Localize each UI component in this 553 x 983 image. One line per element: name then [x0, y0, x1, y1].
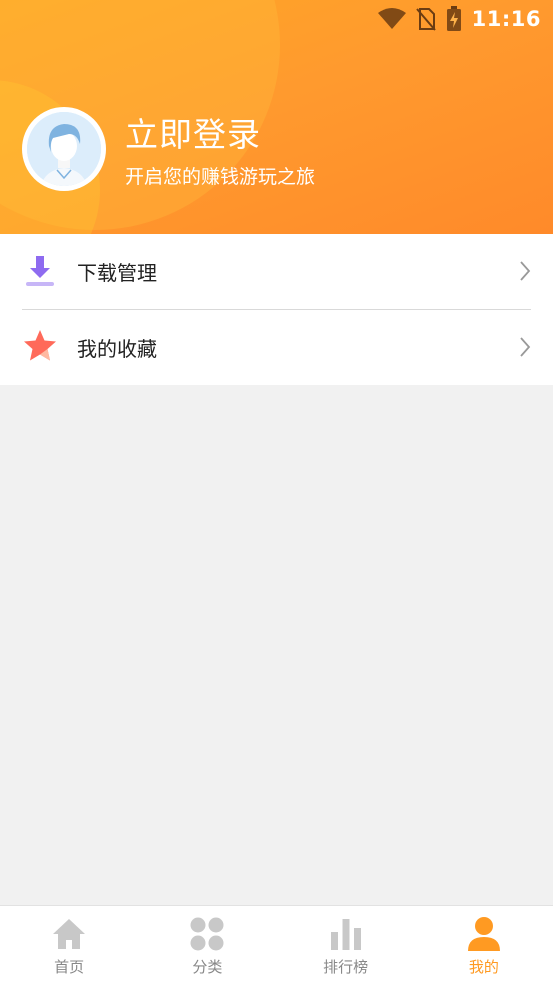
tab-ranking[interactable]: 排行榜: [277, 906, 415, 983]
avatar-image: [27, 112, 101, 186]
user-icon: [467, 917, 500, 951]
menu-list: 下载管理 我的收藏: [0, 234, 553, 385]
tab-category[interactable]: 分类: [138, 906, 276, 983]
no-sim-icon: [415, 8, 436, 31]
chevron-right-icon: [520, 337, 531, 357]
menu-item-label: 我的收藏: [77, 337, 157, 361]
chevron-right-icon: [520, 261, 531, 281]
status-time: 11:16: [471, 7, 541, 31]
battery-charging-icon: [446, 6, 461, 31]
menu-item-favorites[interactable]: 我的收藏: [0, 310, 553, 385]
status-bar: 11:16: [377, 4, 541, 34]
tab-home[interactable]: 首页: [0, 906, 138, 983]
tab-label: 分类: [192, 958, 223, 976]
login-title[interactable]: 立即登录: [125, 108, 261, 156]
tab-label: 我的: [468, 958, 499, 976]
bottom-navigation: 首页 分类 排行榜 我的: [0, 905, 553, 983]
ranking-icon: [330, 919, 361, 950]
download-icon: [26, 256, 54, 286]
default-avatar-icon: [27, 112, 101, 186]
tab-label: 首页: [54, 958, 85, 976]
star-icon: [24, 330, 56, 361]
home-icon: [53, 919, 86, 949]
avatar[interactable]: [22, 107, 106, 191]
login-subtitle: 开启您的赚钱游玩之旅: [125, 166, 316, 188]
profile-header: 11:16 立即登录 开启您的赚钱游玩之旅: [0, 0, 553, 234]
tab-label: 排行榜: [323, 958, 369, 976]
menu-item-label: 下载管理: [77, 261, 157, 285]
wifi-icon: [377, 8, 406, 29]
category-icon: [190, 917, 224, 951]
menu-item-download-manager[interactable]: 下载管理: [0, 234, 553, 309]
tab-profile[interactable]: 我的: [415, 906, 553, 983]
